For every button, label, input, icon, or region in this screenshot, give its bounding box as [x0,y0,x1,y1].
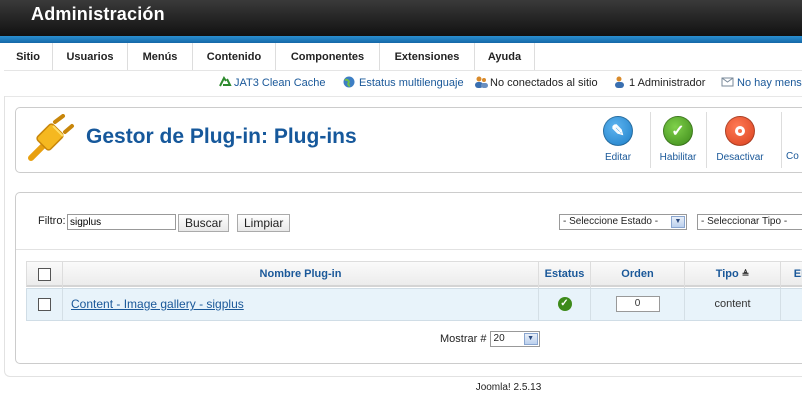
type-select[interactable]: - Seleccionar Tipo - [697,214,802,230]
mail-icon [721,76,734,88]
stop-icon [725,116,755,146]
table-header: Nombre Plug-in Estatus Orden Tipo ≜ El [26,261,802,288]
globe-icon [343,76,356,88]
main-menu: Sitio Usuarios Menús Contenido Component… [4,43,802,71]
pencil-icon: ✎ [603,116,633,146]
table-row: Content - Image gallery - sigplus ✓ 0 co… [26,288,802,321]
row-order-cell: 0 [591,289,685,320]
menu-contenido[interactable]: Contenido [193,43,276,70]
search-button[interactable]: Buscar [178,214,230,232]
status-messages-label: No hay mens [737,77,802,89]
filter-label: Filtro: [38,215,66,227]
menu-usuarios[interactable]: Usuarios [53,43,128,70]
row-status-cell: ✓ [539,289,591,320]
menu-sitio[interactable]: Sitio [4,43,53,70]
admin-title: Administración [31,4,165,24]
user-icon [613,76,626,88]
more-button[interactable]: Co [786,116,802,162]
more-button-label: Co [786,151,799,162]
disable-button[interactable]: Desactivar [711,116,769,163]
row-name-cell: Content - Image gallery - sigplus [63,289,539,320]
sort-asc-icon: ≜ [741,269,750,279]
check-icon: ✓ [663,116,693,146]
col-status-header[interactable]: Estatus [539,262,591,288]
row-checkbox[interactable] [38,297,51,311]
row-select-cell [27,289,63,320]
state-select-value: - Seleccione Estado - [563,216,659,227]
status-messages[interactable]: No hay mens [721,76,802,89]
status-admins-label: 1 Administrador [629,77,706,89]
enabled-check-icon[interactable]: ✓ [557,297,572,312]
col-extra-header[interactable]: El [781,262,802,288]
state-select[interactable]: - Seleccione Estado - ▼ [559,214,687,230]
status-multilang[interactable]: Estatus multilenguaje [343,76,464,89]
col-name-header[interactable]: Nombre Plug-in [63,262,539,288]
status-bar: JAT3 Clean Cache Estatus multilenguaje N… [4,70,802,97]
menu-ayuda[interactable]: Ayuda [475,43,535,70]
filter-divider [16,249,802,250]
col-order-header[interactable]: Orden [591,262,685,288]
filter-search-input[interactable] [67,214,176,230]
plugin-icon [25,114,75,164]
recycle-icon [218,76,232,88]
select-all-checkbox[interactable] [38,267,51,281]
disable-button-label: Desactivar [716,152,764,163]
toolbar-separator [706,112,707,168]
plugin-name-link[interactable]: Content - Image gallery - sigplus [71,297,244,311]
status-offline[interactable]: No conectados al sitio [474,76,598,89]
clear-button[interactable]: Limpiar [237,214,291,232]
pagination-label: Mostrar # [440,332,487,345]
edit-button-label: Editar [604,152,632,163]
toolbar-separator [781,112,782,168]
footer-version: Joomla! 2.5.13 [475,382,542,393]
toolbar-panel: Gestor de Plug-in: Plug-ins ✎ Editar ✓ H… [15,107,802,173]
row-type-cell: content [685,289,781,320]
header-accent-bar [0,36,802,43]
admin-header: Administración [0,0,802,36]
pagination-limit: Mostrar # 20 ▼ [440,331,540,347]
menu-extensiones[interactable]: Extensiones [380,43,475,70]
status-cache-label: JAT3 Clean Cache [234,77,326,89]
enable-button-label: Habilitar [659,152,697,163]
order-input[interactable]: 0 [615,296,660,313]
edit-button[interactable]: ✎ Editar [600,116,636,163]
limit-select-value: 20 [493,333,505,344]
select-all-cell [27,262,63,288]
enable-button[interactable]: ✓ Habilitar [656,116,700,163]
status-cache[interactable]: JAT3 Clean Cache [218,76,326,89]
plugins-panel: Filtro: Buscar Limpiar - Seleccione Esta… [15,192,802,364]
toolbar-separator [650,112,651,168]
status-admins[interactable]: 1 Administrador [613,76,705,89]
row-extra-cell [781,289,802,320]
page-title: Gestor de Plug-in: Plug-ins [86,125,357,148]
chevron-down-icon: ▼ [671,216,685,228]
type-select-value: - Seleccionar Tipo - [701,216,788,227]
menu-componentes[interactable]: Componentes [276,43,380,70]
chevron-down-icon: ▼ [523,333,538,345]
status-multilang-label: Estatus multilenguaje [359,77,464,89]
limit-select[interactable]: 20 ▼ [489,331,540,347]
menu-menus[interactable]: Menús [128,43,193,70]
col-type-label: Tipo [715,268,739,280]
col-type-header[interactable]: Tipo ≜ [685,262,781,288]
status-offline-label: No conectados al sitio [490,77,598,89]
users-icon [474,76,488,88]
